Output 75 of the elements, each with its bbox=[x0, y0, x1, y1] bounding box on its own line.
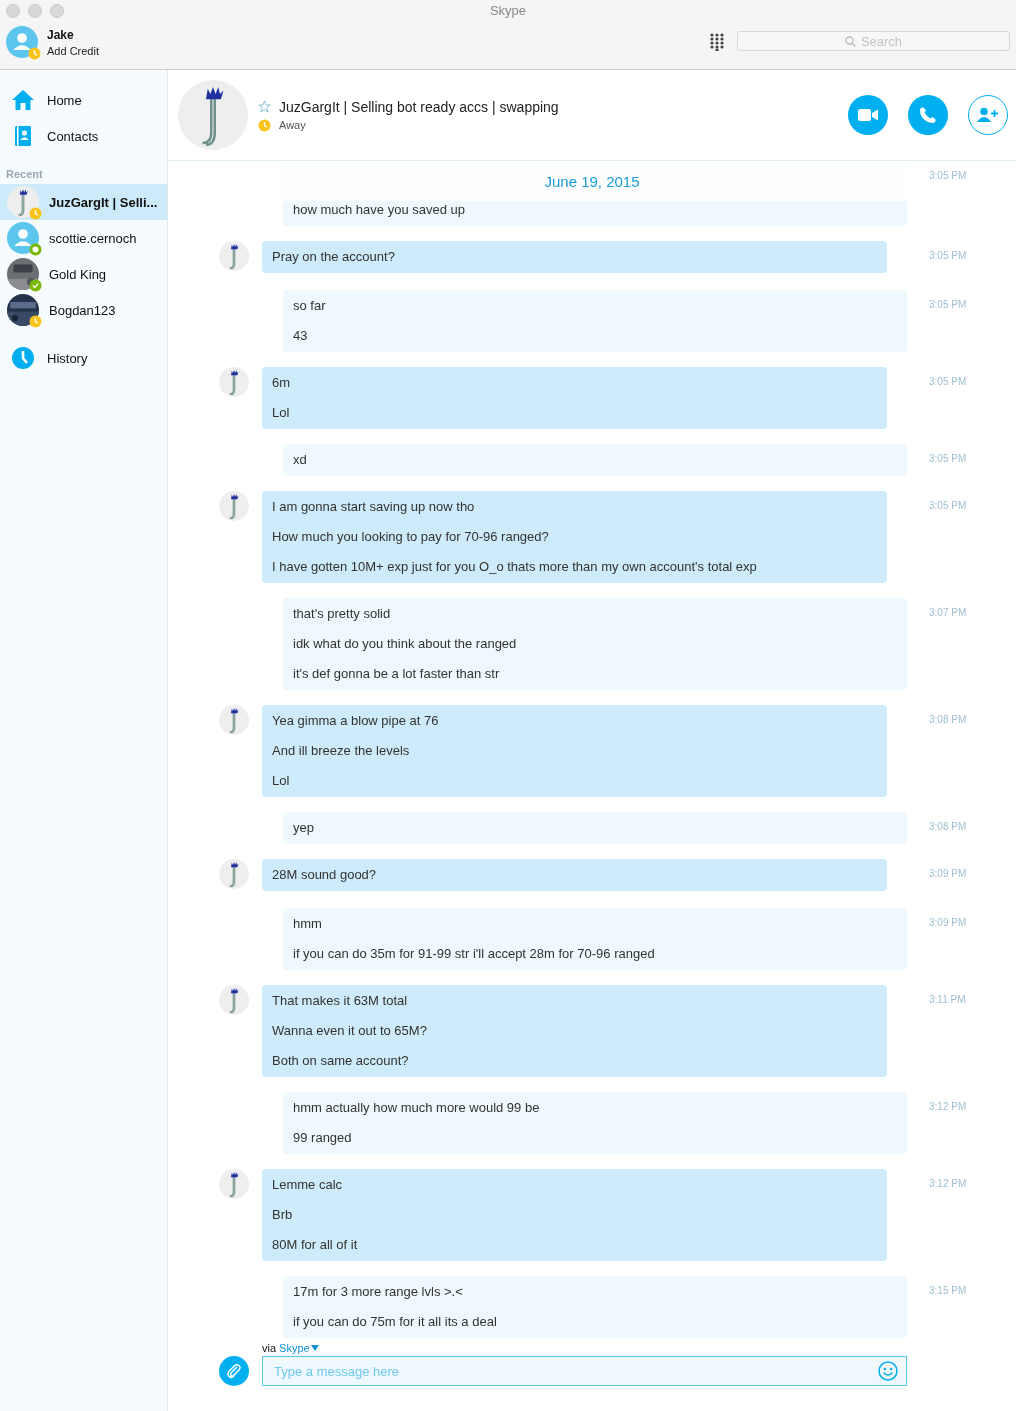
clock-icon bbox=[11, 346, 35, 370]
message-bubble: Pray on the account? bbox=[262, 241, 887, 273]
add-credit-link[interactable]: Add Credit bbox=[47, 44, 99, 57]
message-time: 3:05 PM bbox=[928, 298, 968, 312]
dial-pad-icon[interactable] bbox=[710, 33, 724, 51]
date-label: June 19, 2015 bbox=[544, 172, 640, 190]
message-bubble: hmm actually how much more would 99 be 99 ranged bbox=[283, 1092, 907, 1154]
add-person-icon bbox=[977, 107, 999, 123]
message-bubble: that's pretty solid idk what do you think about the ranged it's def gonna be a lot faster than str bbox=[283, 598, 907, 690]
message-bubble: 28M sound good? bbox=[262, 859, 887, 891]
message-bubble: hmm if you can do 35m for 91-99 str i'll accept 28m for 70-96 ranged bbox=[283, 908, 907, 970]
nav-item[interactable]: Home bbox=[0, 82, 167, 118]
account-name: Jake bbox=[47, 27, 74, 42]
message-bubble: Yea gimma a blow pipe at 76 And ill breeze the levels Lol bbox=[262, 705, 887, 797]
video-camera-icon bbox=[858, 109, 878, 121]
recent-contact[interactable]: Bogdan123 bbox=[0, 292, 167, 328]
message-time: 3:09 PM bbox=[928, 916, 968, 930]
avatar-icon bbox=[219, 491, 249, 521]
avatar-icon bbox=[219, 1169, 249, 1199]
message-time: 3:11 PM bbox=[928, 993, 967, 1007]
service-link[interactable]: Skype bbox=[279, 1340, 319, 1356]
favorite-star-icon[interactable] bbox=[258, 100, 271, 113]
message-time: 3:12 PM bbox=[928, 1100, 968, 1114]
call-button[interactable] bbox=[908, 95, 948, 135]
avatar-icon bbox=[7, 222, 39, 254]
history-item[interactable]: History bbox=[0, 340, 167, 376]
avatar-icon bbox=[6, 26, 38, 58]
avatar-icon bbox=[178, 80, 248, 150]
via-label: via bbox=[262, 1341, 277, 1356]
message-time: 3:05 PM bbox=[928, 249, 968, 263]
message-bubble: I am gonna start saving up now tho How much you looking to pay for 70-96 ranged? I have gotten 10M+ exp just for you O_o thats more than my own account's total exp bbox=[262, 491, 887, 583]
message-time: 3:09 PM bbox=[928, 867, 968, 881]
message-bubble: 17m for 3 more range lvls >.< if you can do 75m for it all its a deal bbox=[283, 1276, 907, 1338]
avatar-icon bbox=[219, 241, 249, 271]
recent-contact[interactable]: JuzGargIt | Selli... bbox=[0, 184, 167, 220]
message-input[interactable]: Type a message here bbox=[262, 1356, 907, 1386]
recent-contact[interactable]: Gold King bbox=[0, 256, 167, 292]
attach-button[interactable] bbox=[219, 1356, 249, 1386]
window-title: Skype bbox=[489, 3, 527, 18]
message-time: 3:08 PM bbox=[928, 820, 968, 834]
message-bubble: That makes it 63M total Wanna even it out to 65M? Both on same account? bbox=[262, 985, 887, 1077]
chat-status: Away bbox=[279, 119, 306, 131]
message-time: 3:05 PM bbox=[928, 452, 968, 466]
message-bubble: so far 43 bbox=[283, 290, 907, 352]
message-time: 3:15 PM bbox=[928, 1284, 968, 1298]
section-heading: Recent bbox=[5, 167, 44, 182]
message-time: 3:05 PM bbox=[928, 375, 968, 389]
recent-contact[interactable]: scottie.cernoch bbox=[0, 220, 167, 256]
message-bubble: 6m Lol bbox=[262, 367, 887, 429]
add-contact-button[interactable] bbox=[968, 95, 1008, 135]
chat-title: JuzGargIt | Selling bot ready accs | swapping bbox=[279, 98, 559, 115]
video-call-button[interactable] bbox=[848, 95, 888, 135]
paperclip-icon bbox=[226, 1363, 242, 1379]
close-window-button[interactable] bbox=[6, 4, 20, 18]
message-bubble: yep bbox=[283, 812, 907, 844]
message-bubble: xd bbox=[283, 444, 907, 476]
nav-item[interactable]: Contacts bbox=[0, 118, 167, 154]
phone-icon bbox=[919, 106, 937, 124]
minimize-window-button[interactable] bbox=[28, 4, 42, 18]
message-time: 3:05 PM bbox=[928, 169, 968, 183]
message-time: 3:08 PM bbox=[928, 713, 968, 727]
message-bubble: Lemme calc Brb 80M for all of it bbox=[262, 1169, 887, 1261]
avatar-icon bbox=[219, 859, 249, 889]
smiley-icon[interactable] bbox=[878, 1361, 898, 1381]
caret-icon bbox=[310, 1345, 319, 1351]
zoom-window-button[interactable] bbox=[50, 4, 64, 18]
message-time: 3:05 PM bbox=[928, 499, 968, 513]
home-icon bbox=[11, 88, 35, 112]
message-time: 3:12 PM bbox=[928, 1177, 968, 1191]
avatar-icon bbox=[219, 367, 249, 397]
search-icon bbox=[844, 35, 856, 47]
avatar-icon bbox=[219, 985, 249, 1015]
avatar-icon bbox=[219, 705, 249, 735]
avatar-icon bbox=[7, 186, 39, 218]
message-time: 3:07 PM bbox=[928, 606, 968, 620]
